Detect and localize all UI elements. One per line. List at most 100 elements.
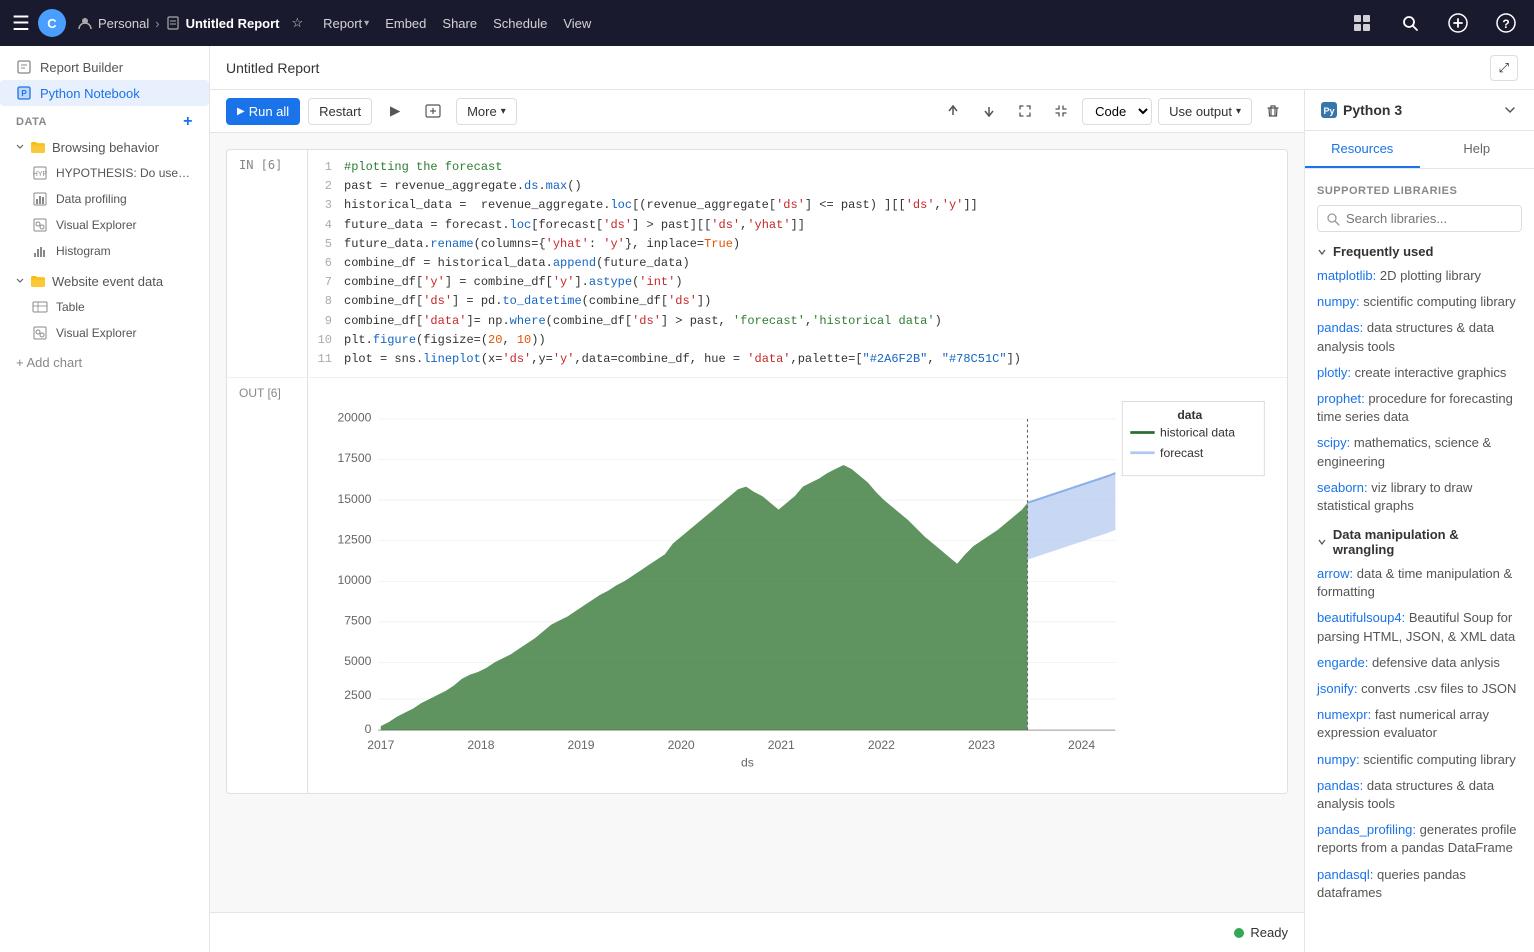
browsing-children: HYP HYPOTHESIS: Do users go... Data prof… bbox=[8, 160, 209, 264]
personal-label: Personal bbox=[98, 16, 149, 31]
sidebar-item-visual-explorer-1[interactable]: Visual Explorer bbox=[8, 212, 209, 238]
nav-view[interactable]: View bbox=[563, 16, 591, 31]
library-matplotlib: matplotlib: 2D plotting library bbox=[1317, 267, 1522, 285]
library-desc-matplotlib: 2D plotting library bbox=[1380, 268, 1481, 283]
website-group-header[interactable]: Website event data bbox=[0, 268, 209, 294]
add-chart-button[interactable]: + Add chart bbox=[0, 350, 209, 375]
library-numpy-2: numpy: scientific computing library bbox=[1317, 751, 1522, 769]
sidebar-item-visual-explorer-2[interactable]: Visual Explorer bbox=[8, 320, 209, 346]
search-icon[interactable] bbox=[1394, 7, 1426, 39]
library-name-pandas-1[interactable]: pandas: bbox=[1317, 320, 1363, 335]
library-arrow: arrow: data & time manipulation & format… bbox=[1317, 565, 1522, 601]
expand-cell-button[interactable] bbox=[1010, 96, 1040, 126]
code-line-4: 4future_data = forecast.loc[forecast['ds… bbox=[316, 216, 1279, 235]
svg-text:forecast: forecast bbox=[1160, 446, 1204, 460]
more-button[interactable]: More ▾ bbox=[456, 98, 517, 125]
cell-code[interactable]: 1#plotting the forecast 2past = revenue_… bbox=[307, 150, 1287, 377]
delete-cell-button[interactable] bbox=[1258, 96, 1288, 126]
library-name-scipy[interactable]: scipy: bbox=[1317, 435, 1350, 450]
help-icon[interactable]: ? bbox=[1490, 7, 1522, 39]
chart-container: data historical data forecast 20000 1750… bbox=[316, 386, 1279, 785]
use-output-button[interactable]: Use output ▾ bbox=[1158, 98, 1252, 125]
nav-report[interactable]: Report ▾ bbox=[323, 16, 369, 31]
svg-text:2024: 2024 bbox=[1068, 738, 1095, 752]
svg-text:2019: 2019 bbox=[568, 738, 595, 752]
category-header-frequently-used[interactable]: Frequently used bbox=[1317, 244, 1522, 259]
expand-button[interactable]: ⤢ bbox=[1490, 55, 1518, 81]
svg-text:?: ? bbox=[1502, 17, 1509, 31]
toolbar-right: Code Use output ▾ bbox=[938, 96, 1288, 126]
histogram-icon bbox=[32, 243, 48, 259]
run-all-button[interactable]: ▶ Run all bbox=[226, 98, 300, 125]
svg-text:2500: 2500 bbox=[344, 688, 371, 702]
star-icon[interactable]: ☆ bbox=[291, 15, 303, 31]
notebook-toolbar: ▶ Run all Restart ▶ More ▾ bbox=[210, 90, 1304, 133]
library-search-input[interactable] bbox=[1346, 211, 1513, 226]
grid-icon[interactable] bbox=[1346, 7, 1378, 39]
library-name-jsonify[interactable]: jsonify: bbox=[1317, 681, 1357, 696]
right-panel-header: Py Python 3 bbox=[1305, 90, 1534, 131]
sidebar-item-data-profiling[interactable]: Data profiling bbox=[8, 186, 209, 212]
move-up-button[interactable] bbox=[938, 96, 968, 126]
report-name[interactable]: Untitled Report bbox=[186, 16, 280, 31]
library-desc-plotly: create interactive graphics bbox=[1355, 365, 1507, 380]
code-line-11: 11plot = sns.lineplot(x='ds',y='y',data=… bbox=[316, 350, 1279, 369]
library-name-engarde[interactable]: engarde: bbox=[1317, 655, 1368, 670]
library-name-plotly[interactable]: plotly: bbox=[1317, 365, 1351, 380]
library-name-pandasql[interactable]: pandasql: bbox=[1317, 867, 1373, 882]
library-name-numpy-1[interactable]: numpy: bbox=[1317, 294, 1360, 309]
status-ready: Ready bbox=[1234, 925, 1288, 940]
chevron-down-icon-2 bbox=[16, 277, 24, 285]
sidebar-item-python-notebook[interactable]: P Python Notebook bbox=[0, 80, 209, 106]
library-numexpr: numexpr: fast numerical array expression… bbox=[1317, 706, 1522, 742]
report-icon bbox=[166, 16, 180, 30]
add-icon[interactable] bbox=[1442, 7, 1474, 39]
status-bar: Ready bbox=[210, 912, 1304, 952]
library-name-beautifulsoup4[interactable]: beautifulsoup4: bbox=[1317, 610, 1405, 625]
nav-embed[interactable]: Embed bbox=[385, 16, 426, 31]
supported-libraries-label: SUPPORTED LIBRARIES bbox=[1317, 185, 1522, 197]
sidebar-item-hypothesis[interactable]: HYP HYPOTHESIS: Do users go... bbox=[8, 160, 209, 186]
hypothesis-icon: HYP bbox=[32, 165, 48, 181]
code-line-10: 10plt.figure(figsize=(20, 10)) bbox=[316, 331, 1279, 350]
sidebar-item-histogram[interactable]: Histogram bbox=[8, 238, 209, 264]
play-button[interactable]: ▶ bbox=[380, 96, 410, 126]
library-desc-numpy-1: scientific computing library bbox=[1363, 294, 1515, 309]
library-name-matplotlib[interactable]: matplotlib: bbox=[1317, 268, 1376, 283]
svg-text:20000: 20000 bbox=[338, 411, 372, 425]
library-name-prophet[interactable]: prophet: bbox=[1317, 391, 1365, 406]
library-beautifulsoup4: beautifulsoup4: Beautiful Soup for parsi… bbox=[1317, 609, 1522, 645]
person-icon bbox=[78, 16, 92, 30]
category-header-data-manipulation[interactable]: Data manipulation & wrangling bbox=[1317, 527, 1522, 557]
right-panel-tabs: Resources Help bbox=[1305, 131, 1534, 169]
browsing-group-header[interactable]: Browsing behavior bbox=[0, 134, 209, 160]
nav-share[interactable]: Share bbox=[442, 16, 477, 31]
sidebar-item-report-builder[interactable]: Report Builder bbox=[0, 54, 209, 80]
line-chart: data historical data forecast 20000 1750… bbox=[324, 394, 1271, 774]
library-name-pandas-profiling[interactable]: pandas_profiling: bbox=[1317, 822, 1416, 837]
library-pandasql: pandasql: queries pandas dataframes bbox=[1317, 866, 1522, 902]
library-name-numpy-2[interactable]: numpy: bbox=[1317, 752, 1360, 767]
collapse-cell-button[interactable] bbox=[1046, 96, 1076, 126]
library-name-numexpr[interactable]: numexpr: bbox=[1317, 707, 1371, 722]
cell-type-select[interactable]: Code bbox=[1082, 98, 1152, 125]
move-down-button[interactable] bbox=[974, 96, 1004, 126]
category-data-manipulation: Data manipulation & wrangling arrow: dat… bbox=[1317, 527, 1522, 902]
tab-help[interactable]: Help bbox=[1420, 131, 1534, 168]
library-name-pandas-2[interactable]: pandas: bbox=[1317, 778, 1363, 793]
nav-schedule[interactable]: Schedule bbox=[493, 16, 547, 31]
library-name-arrow[interactable]: arrow: bbox=[1317, 566, 1353, 581]
sidebar-item-table[interactable]: Table bbox=[8, 294, 209, 320]
library-search-box[interactable] bbox=[1317, 205, 1522, 232]
svg-text:2023: 2023 bbox=[968, 738, 995, 752]
chevron-down-icon-3[interactable] bbox=[1502, 102, 1518, 118]
restart-button[interactable]: Restart bbox=[308, 98, 372, 125]
add-cell-button[interactable] bbox=[418, 96, 448, 126]
library-name-seaborn[interactable]: seaborn: bbox=[1317, 480, 1368, 495]
tab-resources[interactable]: Resources bbox=[1305, 131, 1420, 168]
library-numpy-1: numpy: scientific computing library bbox=[1317, 293, 1522, 311]
svg-text:2020: 2020 bbox=[668, 738, 695, 752]
menu-icon[interactable]: ☰ bbox=[12, 11, 30, 36]
cell-in-label: IN [6] bbox=[227, 150, 307, 377]
add-data-button[interactable]: + bbox=[183, 114, 193, 130]
